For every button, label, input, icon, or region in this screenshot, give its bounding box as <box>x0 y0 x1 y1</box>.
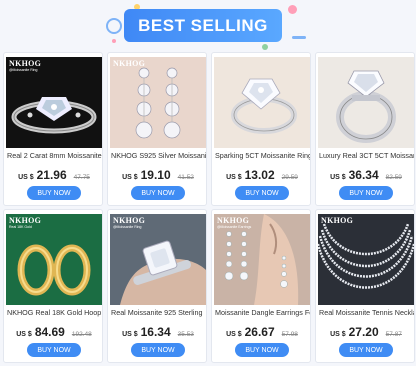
currency: US $ <box>330 174 346 181</box>
brand-label: NKHOG <box>9 216 42 225</box>
currency: US $ <box>16 331 32 338</box>
buy-now-button[interactable]: BUY NOW <box>27 343 81 357</box>
earrings-photo[interactable]: NKHOG <box>110 57 206 148</box>
price-row: US $ 36.34 82.59 <box>316 168 414 182</box>
tennis-necklace-photo[interactable]: NKHOG <box>318 214 414 305</box>
price-row: US $ 19.10 41.52 <box>108 168 206 182</box>
original-price: 82.59 <box>385 174 402 181</box>
price: 26.67 <box>244 325 275 339</box>
product-card[interactable]: NKHOG @Moissanite Ring Real 2 Carat 8mm … <box>3 52 103 206</box>
ring-photo[interactable]: NKHOG @Moissanite Ring <box>6 57 102 148</box>
ring-on-hand-photo[interactable]: NKHOG @Moissanite Ring <box>110 214 206 305</box>
price: 19.10 <box>140 168 171 182</box>
original-price: 57.87 <box>385 331 402 338</box>
product-card[interactable]: Sparking 5CT Moissanite Rings US $ 13.02… <box>211 52 311 206</box>
decor-circle <box>106 18 122 34</box>
buy-now-button[interactable]: BUY NOW <box>339 186 393 200</box>
brand-label: NKHOG <box>9 59 42 68</box>
price-row: US $ 13.02 29.59 <box>212 168 310 182</box>
price: 16.34 <box>140 325 171 339</box>
product-title[interactable]: NKHOG Real 18K Gold Hoop <box>7 308 102 317</box>
decor-dot <box>262 44 268 50</box>
price-row: US $ 27.20 57.87 <box>316 325 414 339</box>
brand-label: NKHOG <box>321 216 354 225</box>
price-row: US $ 21.96 47.75 <box>4 168 102 182</box>
section-header: BEST SELLING <box>0 0 416 52</box>
brand-label: NKHOG <box>217 216 250 225</box>
decor-dot <box>288 5 297 14</box>
currency: US $ <box>122 174 138 181</box>
buy-now-button[interactable]: BUY NOW <box>339 343 393 357</box>
price: 13.02 <box>244 168 275 182</box>
currency: US $ <box>226 331 242 338</box>
decor-dot <box>112 39 116 43</box>
decor-dash <box>292 36 306 39</box>
product-title[interactable]: NKHOG S925 Silver Moissanite <box>111 151 206 160</box>
original-price: 192.48 <box>71 331 92 338</box>
brand-sublabel: @Moissanite Earrings <box>217 225 252 229</box>
brand-sublabel: Real 18K Gold <box>9 225 32 229</box>
price: 84.69 <box>34 325 65 339</box>
buy-now-button[interactable]: BUY NOW <box>235 186 289 200</box>
product-title[interactable]: Moissanite Dangle Earrings For <box>215 308 310 317</box>
buy-now-button[interactable]: BUY NOW <box>27 186 81 200</box>
product-grid: NKHOG @Moissanite Ring Real 2 Carat 8mm … <box>3 52 415 364</box>
product-title[interactable]: Real Moissanite Tennis Necklace <box>319 308 414 317</box>
product-card[interactable]: NKHOG NKHOG S925 Silver Moissanite US $ … <box>107 52 207 206</box>
product-card[interactable]: NKHOG @Moissanite Ring Real Moissanite 9… <box>107 209 207 363</box>
dangle-earrings-photo[interactable]: NKHOG @Moissanite Earrings <box>214 214 310 305</box>
original-price: 35.53 <box>177 331 194 338</box>
currency: US $ <box>18 174 34 181</box>
currency: US $ <box>226 174 242 181</box>
price: 27.20 <box>348 325 379 339</box>
hoop-earrings-photo[interactable]: NKHOG Real 18K Gold <box>6 214 102 305</box>
product-card[interactable]: Luxury Real 3CT 5CT Moissanite US $ 36.3… <box>315 52 415 206</box>
ring-photo[interactable] <box>214 57 310 148</box>
price-row: US $ 26.67 57.98 <box>212 325 310 339</box>
brand-sublabel: @Moissanite Ring <box>9 68 38 72</box>
brand-label: NKHOG <box>113 59 146 68</box>
currency: US $ <box>330 331 346 338</box>
buy-now-button[interactable]: BUY NOW <box>131 186 185 200</box>
buy-now-button[interactable]: BUY NOW <box>235 343 289 357</box>
ring-photo[interactable] <box>318 57 414 148</box>
currency: US $ <box>122 331 138 338</box>
original-price: 41.52 <box>177 174 194 181</box>
product-card[interactable]: NKHOG Real Moissanite Tennis Necklace US… <box>315 209 415 363</box>
product-title[interactable]: Real 2 Carat 8mm Moissanite <box>7 151 102 160</box>
product-title[interactable]: Luxury Real 3CT 5CT Moissanite <box>319 151 414 160</box>
product-card[interactable]: NKHOG Real 18K Gold NKHOG Real 18K Gold … <box>3 209 103 363</box>
price: 36.34 <box>348 168 379 182</box>
price-row: US $ 16.34 35.53 <box>108 325 206 339</box>
product-title[interactable]: Real Moissanite 925 Sterling <box>111 308 206 317</box>
buy-now-button[interactable]: BUY NOW <box>131 343 185 357</box>
original-price: 57.98 <box>281 331 298 338</box>
price: 21.96 <box>36 168 67 182</box>
original-price: 47.75 <box>73 174 90 181</box>
original-price: 29.59 <box>281 174 298 181</box>
product-title[interactable]: Sparking 5CT Moissanite Rings <box>215 151 310 160</box>
price-row: US $ 84.69 192.48 <box>4 325 102 339</box>
brand-sublabel: @Moissanite Ring <box>113 225 142 229</box>
best-selling-banner: BEST SELLING <box>124 9 282 42</box>
product-card[interactable]: NKHOG @Moissanite Earrings Moissanite Da… <box>211 209 311 363</box>
brand-label: NKHOG <box>113 216 146 225</box>
